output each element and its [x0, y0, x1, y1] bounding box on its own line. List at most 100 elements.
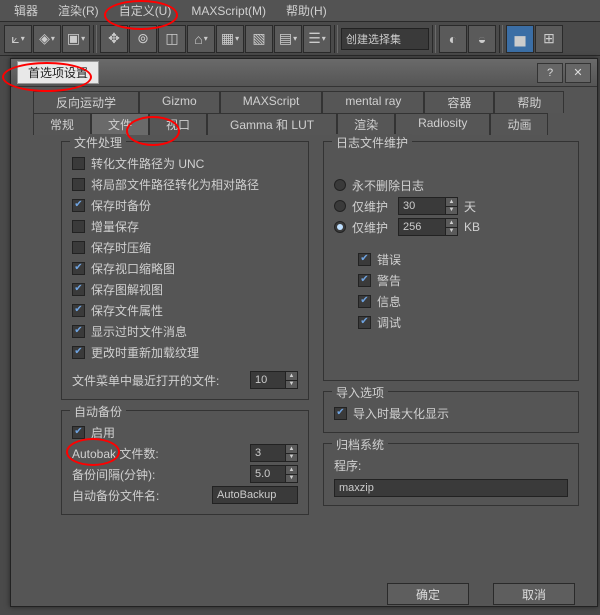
- autobak-count-spinner[interactable]: ▲▼: [250, 444, 298, 462]
- dialog-title: 首选项设置: [17, 61, 99, 84]
- menu-item[interactable]: 渲染(R): [48, 0, 109, 21]
- file-handling-label: 保存文件属性: [91, 302, 163, 319]
- main-menubar[interactable]: 辑器 渲染(R) 自定义(U) MAXScript(M) 帮助(H): [0, 0, 600, 22]
- tool-btn[interactable]: ⊞: [535, 25, 563, 53]
- tab-containers[interactable]: 容器: [424, 91, 494, 113]
- log-level-checkbox[interactable]: [358, 295, 371, 308]
- dialog-titlebar[interactable]: 首选项设置 ? ✕: [11, 59, 597, 87]
- main-toolbar: ⟀ ◈ ▣ ✥ ⊚ ◫ ⌂ ▦ ▧ ▤ ☰ 创建选择集 ◐ ◒ ▅ ⊞: [0, 22, 600, 56]
- days-unit: 天: [464, 198, 476, 215]
- tab-general[interactable]: 常规: [33, 113, 91, 135]
- never-delete-radio[interactable]: [334, 179, 346, 191]
- file-handling-label: 保存图解视图: [91, 281, 163, 298]
- file-handling-checkbox[interactable]: [72, 346, 85, 359]
- group-title: 归档系统: [332, 436, 388, 453]
- tab-radiosity[interactable]: Radiosity: [395, 113, 490, 135]
- kb-unit: KB: [464, 220, 480, 234]
- zoom-on-import-label: 导入时最大化显示: [353, 405, 449, 422]
- file-handling-label: 保存时压缩: [91, 239, 151, 256]
- cancel-button[interactable]: 取消: [493, 583, 575, 605]
- autobak-count-input[interactable]: [251, 445, 285, 461]
- tool-btn[interactable]: ◫: [158, 25, 186, 53]
- tool-btn[interactable]: ▦: [216, 25, 244, 53]
- log-level-label: 信息: [377, 293, 401, 310]
- backup-name-input[interactable]: [212, 486, 298, 504]
- keep-days-spinner[interactable]: ▲▼: [398, 197, 458, 215]
- autobackup-enable-label: 启用: [91, 424, 115, 441]
- file-handling-label: 更改时重新加载纹理: [91, 344, 199, 361]
- tool-btn[interactable]: ▅: [506, 25, 534, 53]
- group-file-handling: 文件处理 转化文件路径为 UNC将局部文件路径转化为相对路径保存时备份增量保存保…: [61, 141, 309, 400]
- tool-btn[interactable]: ✥: [100, 25, 128, 53]
- group-archive: 归档系统 程序:: [323, 443, 579, 506]
- tool-btn[interactable]: ⊚: [129, 25, 157, 53]
- interval-input[interactable]: [251, 466, 285, 482]
- file-handling-checkbox[interactable]: [72, 220, 85, 233]
- tab-gamma[interactable]: Gamma 和 LUT: [207, 113, 337, 135]
- file-handling-label: 将局部文件路径转化为相对路径: [91, 176, 259, 193]
- ok-button[interactable]: 确定: [387, 583, 469, 605]
- interval-spinner[interactable]: ▲▼: [250, 465, 298, 483]
- group-title: 日志文件维护: [332, 134, 412, 151]
- menu-item[interactable]: 辑器: [4, 0, 48, 21]
- file-handling-checkbox[interactable]: [72, 325, 85, 338]
- tool-btn[interactable]: ◒: [468, 25, 496, 53]
- menu-item-customize[interactable]: 自定义(U): [109, 0, 182, 21]
- tool-btn[interactable]: ▧: [245, 25, 273, 53]
- tool-btn[interactable]: ⟀: [4, 25, 32, 53]
- recent-files-spinner[interactable]: ▲▼: [250, 371, 298, 389]
- log-level-checkbox[interactable]: [358, 316, 371, 329]
- keep-kb-spinner[interactable]: ▲▼: [398, 218, 458, 236]
- tool-btn[interactable]: ⌂: [187, 25, 215, 53]
- tabs: 反向运动学 Gizmo MAXScript mental ray 容器 帮助 常…: [11, 87, 597, 135]
- file-handling-checkbox[interactable]: [72, 283, 85, 296]
- help-button[interactable]: ?: [537, 63, 563, 83]
- tab-help[interactable]: 帮助: [494, 91, 564, 113]
- tab-render[interactable]: 渲染: [337, 113, 395, 135]
- group-title: 自动备份: [70, 403, 126, 420]
- file-handling-checkbox[interactable]: [72, 304, 85, 317]
- keep-kb-radio[interactable]: [334, 221, 346, 233]
- group-autobackup: 自动备份 启用 Autobak 文件数: ▲▼ 备份间隔(分钟):: [61, 410, 309, 515]
- close-button[interactable]: ✕: [565, 63, 591, 83]
- tool-btn[interactable]: ▤: [274, 25, 302, 53]
- recent-files-input[interactable]: [251, 372, 285, 388]
- keep-days-label: 仅维护: [352, 198, 398, 215]
- tool-btn[interactable]: ◈: [33, 25, 61, 53]
- tool-btn[interactable]: ☰: [303, 25, 331, 53]
- tab-files[interactable]: 文件: [91, 113, 149, 135]
- log-level-label: 错误: [377, 251, 401, 268]
- tab-maxscript[interactable]: MAXScript: [220, 91, 323, 113]
- archive-program-input[interactable]: [334, 479, 568, 497]
- selection-set-combo[interactable]: 创建选择集: [341, 28, 429, 50]
- group-logfile: 日志文件维护 永不删除日志 仅维护 ▲▼ 天 仅维护: [323, 141, 579, 381]
- tab-viewport[interactable]: 视口: [149, 113, 207, 135]
- autobackup-enable-checkbox[interactable]: [72, 426, 85, 439]
- file-handling-checkbox[interactable]: [72, 241, 85, 254]
- tool-btn[interactable]: ▣: [62, 25, 90, 53]
- keep-kb-input[interactable]: [399, 219, 445, 235]
- tab-mentalray[interactable]: mental ray: [322, 91, 424, 113]
- keep-days-input[interactable]: [399, 198, 445, 214]
- separator: [432, 25, 436, 53]
- menu-item[interactable]: MAXScript(M): [181, 2, 276, 20]
- file-handling-checkbox[interactable]: [72, 157, 85, 170]
- log-level-checkbox[interactable]: [358, 253, 371, 266]
- never-delete-label: 永不删除日志: [352, 177, 424, 194]
- menu-item[interactable]: 帮助(H): [276, 0, 337, 21]
- file-handling-checkbox[interactable]: [72, 178, 85, 191]
- tab-ik[interactable]: 反向运动学: [33, 91, 139, 113]
- tab-animation[interactable]: 动画: [490, 113, 548, 135]
- group-title: 导入选项: [332, 384, 388, 401]
- file-handling-checkbox[interactable]: [72, 262, 85, 275]
- tab-gizmo[interactable]: Gizmo: [139, 91, 220, 113]
- preferences-dialog: 首选项设置 ? ✕ 反向运动学 Gizmo MAXScript mental r…: [10, 58, 598, 607]
- log-level-checkbox[interactable]: [358, 274, 371, 287]
- autobak-count-label: Autobak 文件数:: [72, 445, 182, 462]
- keep-days-radio[interactable]: [334, 200, 346, 212]
- log-level-label: 调试: [377, 314, 401, 331]
- zoom-on-import-checkbox[interactable]: [334, 407, 347, 420]
- tool-btn[interactable]: ◐: [439, 25, 467, 53]
- interval-label: 备份间隔(分钟):: [72, 466, 182, 483]
- file-handling-checkbox[interactable]: [72, 199, 85, 212]
